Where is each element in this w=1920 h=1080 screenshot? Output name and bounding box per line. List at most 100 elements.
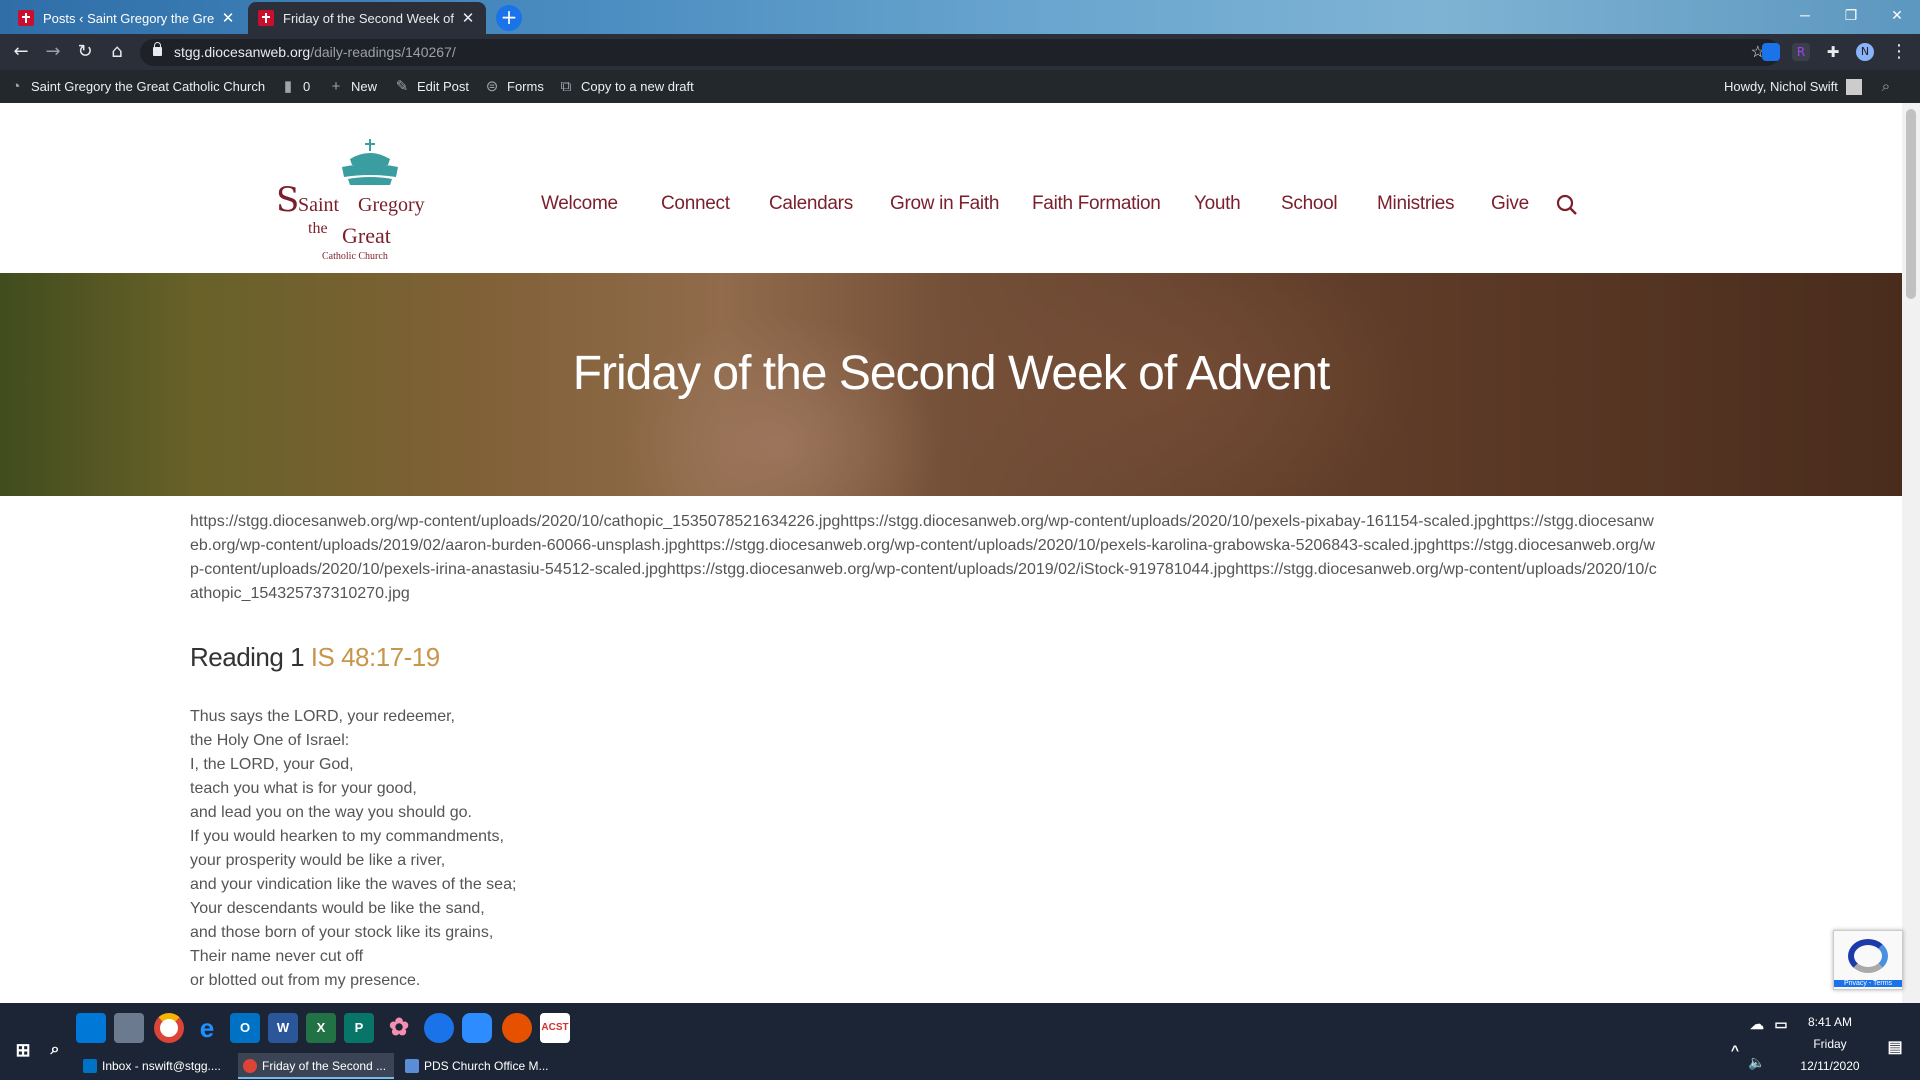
extensions-puzzle-icon[interactable]: ✚ xyxy=(1824,43,1842,61)
taskbar-task-chrome[interactable]: Friday of the Second ... xyxy=(238,1053,394,1079)
home-icon[interactable]: ⌂ xyxy=(106,41,128,63)
reload-icon[interactable]: ↻ xyxy=(74,41,96,63)
verse-line: and your vindication like the waves of t… xyxy=(190,876,517,893)
new-tab-button[interactable]: + xyxy=(496,5,522,31)
word-icon[interactable]: W xyxy=(268,1013,298,1043)
nav-school[interactable]: School xyxy=(1281,193,1338,215)
restore-icon[interactable]: ❐ xyxy=(1828,0,1874,30)
window-close-icon[interactable]: ✕ xyxy=(1874,0,1920,30)
logo-s-letter: S xyxy=(276,180,299,220)
page-scrollbar[interactable] xyxy=(1902,103,1920,1003)
notifications-icon[interactable]: ▤ xyxy=(1880,1033,1910,1063)
reading-label: Reading 1 xyxy=(190,642,305,672)
admin-comments-link[interactable]: ▮ 0 xyxy=(280,70,310,103)
admin-new-link[interactable]: + New xyxy=(328,70,377,103)
tab-title: Posts ‹ Saint Gregory the Great C xyxy=(43,10,214,26)
clock-date: 12/11/2020 xyxy=(1800,1059,1860,1073)
verse-line: and those born of your stock like its gr… xyxy=(190,924,494,941)
comment-icon: ▮ xyxy=(283,77,293,95)
nav-youth[interactable]: Youth xyxy=(1194,193,1241,215)
main-content: https://stgg.diocesanweb.org/wp-content/… xyxy=(190,510,1660,993)
close-tab-icon[interactable]: ✕ xyxy=(220,9,236,27)
acst-app-icon[interactable]: ACST xyxy=(540,1013,570,1043)
admin-edit-post-link[interactable]: ✎ Edit Post xyxy=(394,70,469,103)
file-explorer-icon[interactable] xyxy=(114,1013,144,1043)
photos-app-icon[interactable] xyxy=(424,1013,454,1043)
copy-draft-label: Copy to a new draft xyxy=(581,79,694,94)
edit-post-label: Edit Post xyxy=(417,79,470,94)
back-icon[interactable]: ← xyxy=(10,41,32,63)
zoom-icon[interactable] xyxy=(462,1013,492,1043)
close-tab-icon[interactable]: ✕ xyxy=(460,9,476,27)
url-path: /daily-readings/140267/ xyxy=(310,44,456,60)
admin-search-link[interactable]: ⌕ xyxy=(1878,70,1901,103)
nav-grow-in-faith[interactable]: Grow in Faith xyxy=(890,193,999,215)
chrome-icon xyxy=(243,1059,257,1073)
menu-kebab-icon[interactable]: ⋮ xyxy=(1888,41,1910,63)
nav-welcome[interactable]: Welcome xyxy=(541,193,618,215)
reading-heading: Reading 1 IS 48:17-19 xyxy=(190,642,1660,673)
reading-reference-link[interactable]: IS 48:17-19 xyxy=(311,642,440,672)
task-label: Friday of the Second ... xyxy=(262,1059,387,1073)
admin-forms-link[interactable]: ⊜ Forms xyxy=(484,70,544,103)
nav-ministries[interactable]: Ministries xyxy=(1377,193,1455,215)
extension-icon[interactable] xyxy=(1762,43,1780,61)
outlook-icon xyxy=(83,1059,97,1073)
task-label: PDS Church Office M... xyxy=(424,1059,549,1073)
windows-taskbar: ⊞ ⌕ e O W X P ✿ ACST Inbox - nswift@stgg… xyxy=(0,1003,1920,1080)
excel-icon[interactable]: X xyxy=(306,1013,336,1043)
address-bar[interactable]: stgg.diocesanweb.org/daily-readings/1402… xyxy=(140,39,1780,66)
profile-avatar-icon[interactable]: N xyxy=(1856,43,1874,61)
desktop-icon[interactable] xyxy=(76,1013,106,1043)
nav-calendars[interactable]: Calendars xyxy=(769,193,853,215)
church-logo[interactable]: S Saint Gregory the Great Catholic Churc… xyxy=(270,139,470,264)
lock-icon xyxy=(153,42,162,56)
scrollbar-thumb[interactable] xyxy=(1906,109,1916,299)
forward-icon[interactable]: → xyxy=(42,41,64,63)
verse-line: Their name never cut off xyxy=(190,948,364,965)
site-header: S Saint Gregory the Great Catholic Churc… xyxy=(0,103,1902,273)
clock-time: 8:41 AM xyxy=(1807,1015,1853,1029)
logo-saint: Saint xyxy=(298,194,340,216)
recaptcha-badge[interactable]: Privacy - Terms xyxy=(1833,930,1903,990)
taskbar-task-pds[interactable]: PDS Church Office M... xyxy=(400,1053,556,1079)
chrome-icon[interactable] xyxy=(154,1013,184,1043)
nav-give[interactable]: Give xyxy=(1491,193,1529,215)
search-icon[interactable] xyxy=(1556,194,1578,216)
verse-line: If you would hearken to my commandments, xyxy=(190,828,504,845)
verse-line: Thus says the LORD, your redeemer, xyxy=(190,708,455,725)
tab-daily-reading[interactable]: Friday of the Second Week of Ad ✕ xyxy=(248,2,486,34)
internet-explorer-icon[interactable]: e xyxy=(192,1013,222,1043)
recaptcha-privacy-terms[interactable]: Privacy - Terms xyxy=(1834,980,1902,987)
verse-line: teach you what is for your good, xyxy=(190,780,417,797)
plus-icon: + xyxy=(331,77,341,95)
search-icon[interactable]: ⌕ xyxy=(40,1035,70,1065)
admin-site-link[interactable]: ◔ Saint Gregory the Great Catholic Churc… xyxy=(8,70,265,103)
nav-faith-formation[interactable]: Faith Formation xyxy=(1032,193,1161,215)
admin-copy-draft-link[interactable]: ⧉ Copy to a new draft xyxy=(558,70,694,103)
flower-app-icon[interactable]: ✿ xyxy=(384,1013,414,1043)
site-favicon-icon xyxy=(18,10,34,26)
logo-the: the xyxy=(308,220,328,237)
outlook-icon[interactable]: O xyxy=(230,1013,260,1043)
nav-connect[interactable]: Connect xyxy=(661,193,730,215)
search-icon: ⌕ xyxy=(1881,77,1891,95)
publisher-icon[interactable]: P xyxy=(344,1013,374,1043)
pencil-icon: ✎ xyxy=(395,77,409,95)
lifesaver-app-icon[interactable] xyxy=(502,1013,532,1043)
minimize-icon[interactable]: ─ xyxy=(1782,0,1828,30)
volume-icon[interactable]: 🔈 xyxy=(1742,1047,1772,1077)
taskbar-task-outlook[interactable]: Inbox - nswift@stgg.... xyxy=(78,1053,228,1079)
extension-r-icon[interactable]: R xyxy=(1792,43,1810,61)
page-title: Friday of the Second Week of Advent xyxy=(572,347,1331,400)
tab-posts[interactable]: Posts ‹ Saint Gregory the Great C ✕ xyxy=(8,2,246,34)
wp-admin-bar: ◔ Saint Gregory the Great Catholic Churc… xyxy=(0,70,1920,103)
verse-line: and lead you on the way you should go. xyxy=(190,804,472,821)
system-clock[interactable]: 8:41 AM Friday 12/11/2020 xyxy=(1790,1011,1870,1077)
start-windows-icon[interactable]: ⊞ xyxy=(8,1035,38,1065)
logo-catholic-church: Catholic Church xyxy=(322,251,388,262)
comments-count: 0 xyxy=(303,79,311,94)
site-favicon-icon xyxy=(258,10,274,26)
recaptcha-icon xyxy=(1848,939,1888,973)
admin-account-link[interactable]: Howdy, Nichol Swift xyxy=(1724,70,1862,103)
